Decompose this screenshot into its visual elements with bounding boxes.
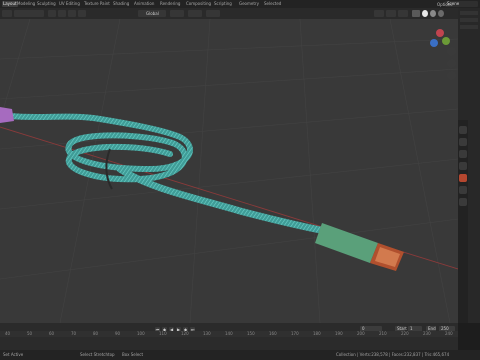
pivot-point-button[interactable] [170,10,184,17]
modifier-icon[interactable] [459,186,467,194]
visibility-button[interactable] [374,10,384,17]
zoom-icon[interactable] [447,47,456,56]
view-menu[interactable] [48,10,56,17]
nav-gizmo-y [442,37,450,45]
usb-connector [315,223,404,271]
tab-shading[interactable]: Shading [112,1,130,7]
frame-tick: 240 [445,331,453,336]
tab-sculpting[interactable]: Sculpting [36,1,57,7]
pan-icon[interactable] [447,59,456,68]
object-menu[interactable] [78,10,86,17]
frame-tick: 230 [423,331,431,336]
3d-viewport[interactable] [0,19,458,323]
frame-tick: 80 [93,331,99,336]
camera-view-icon[interactable] [447,71,456,80]
tab-geometry[interactable]: Geometry [238,1,260,7]
outliner-row[interactable] [460,18,478,22]
frame-tick: 190 [335,331,343,336]
tool-icon[interactable] [459,126,467,134]
tab-texture-paint[interactable]: Texture Paint [83,1,111,7]
xray-button[interactable] [412,10,420,17]
frame-tick: 210 [379,331,387,336]
frame-tick: 150 [247,331,255,336]
editor-type-button[interactable] [2,10,12,17]
status-mode: Set Active [3,352,24,357]
scene-icon[interactable] [459,162,467,170]
status-select-hint: Select Stretchtop [80,352,115,357]
grid [0,19,458,323]
workspace-bar: Layout Modeling Sculpting UV Editing Tex… [0,0,480,8]
frame-tick: 160 [269,331,277,336]
nav-gizmo-x [436,29,444,37]
status-bar: Set Active Select Stretchtop Box Select … [0,350,480,360]
frame-tick: 200 [357,331,365,336]
outliner-row[interactable] [460,11,478,15]
frame-tick: 140 [225,331,233,336]
tab-uv-editing[interactable]: UV Editing [58,1,81,7]
frame-tick: 90 [115,331,121,336]
transform-orientation-dropdown[interactable]: Global [138,10,166,17]
frame-tick: 110 [159,331,167,336]
frame-tick: 180 [313,331,321,336]
frame-tick: 50 [27,331,33,336]
rendered-shading-button[interactable] [438,10,444,17]
add-menu[interactable] [68,10,76,17]
tab-modeling[interactable]: Modeling [16,1,36,7]
status-box-select-hint: Box Select [122,352,144,357]
gizmo-button[interactable] [386,10,396,17]
frame-tick: 130 [203,331,211,336]
nav-gizmo-z [430,39,438,47]
viewport-header: Global Options [0,2,458,19]
properties-tab-strip [458,120,468,323]
solid-shading-button[interactable] [422,10,428,17]
mode-selector[interactable] [14,10,44,17]
material-icon[interactable] [459,198,467,206]
status-scene-stats: Collection | Verts:238,578 | Faces:232,8… [336,352,450,357]
output-icon[interactable] [459,150,467,158]
frame-tick: 60 [49,331,55,336]
tab-selected[interactable]: Selected [263,1,282,7]
select-menu[interactable] [58,10,66,17]
snap-button[interactable] [188,10,202,17]
outliner-row[interactable] [460,25,478,29]
render-icon[interactable] [459,138,467,146]
material-shading-button[interactable] [430,10,436,17]
tab-rendering[interactable]: Rendering [159,1,181,7]
tab-compositing[interactable]: Compositing [185,1,212,7]
tab-scripting[interactable]: Scripting [213,1,233,7]
frame-tick: 70 [71,331,77,336]
frame-tick: 120 [181,331,189,336]
object-icon[interactable] [459,174,467,182]
frame-tick: 170 [291,331,299,336]
options-label[interactable]: Options [437,1,452,8]
overlay-button[interactable] [398,10,408,17]
left-plug [0,107,14,123]
frame-tick: 40 [5,331,11,336]
timeline-ruler[interactable]: 40 50 60 70 80 90 100 110 120 130 140 15… [0,331,458,337]
viewport-scene [0,19,458,323]
usb-cable [7,113,329,235]
frame-tick: 100 [137,331,145,336]
frame-tick: 220 [401,331,409,336]
tab-animation[interactable]: Animation [133,1,155,7]
proportional-editing-button[interactable] [206,10,220,17]
